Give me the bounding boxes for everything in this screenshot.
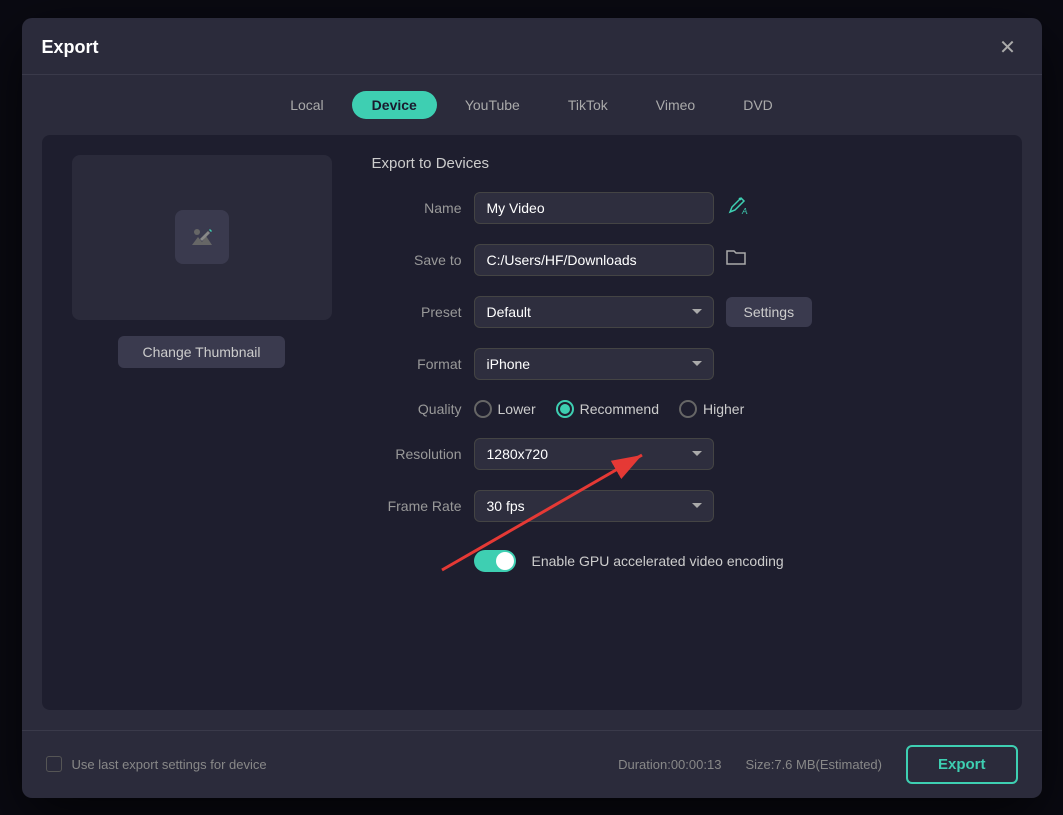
- format-select[interactable]: iPhone: [474, 348, 714, 380]
- use-last-label: Use last export settings for device: [72, 757, 267, 772]
- change-thumbnail-button[interactable]: Change Thumbnail: [118, 336, 284, 368]
- tab-vimeo[interactable]: Vimeo: [636, 91, 715, 119]
- resolution-label: Resolution: [372, 446, 462, 462]
- tab-tiktok[interactable]: TikTok: [548, 91, 628, 119]
- dialog-title: Export: [42, 37, 99, 58]
- gpu-row: Enable GPU accelerated video encoding: [372, 550, 1002, 572]
- use-last-settings: Use last export settings for device: [46, 756, 267, 772]
- bottom-right: Duration:00:00:13 Size:7.6 MB(Estimated)…: [618, 745, 1017, 784]
- quality-recommend-label: Recommend: [580, 401, 659, 417]
- quality-recommend[interactable]: Recommend: [556, 400, 659, 418]
- quality-label: Quality: [372, 401, 462, 417]
- content-area: Change Thumbnail Export to Devices Name …: [42, 135, 1022, 710]
- radio-higher-outer: [679, 400, 697, 418]
- name-input[interactable]: [474, 192, 714, 224]
- title-bar: Export ✕: [22, 18, 1042, 75]
- size-info: Size:7.6 MB(Estimated): [745, 757, 882, 772]
- name-row: Name AI: [372, 192, 1002, 224]
- save-to-input[interactable]: [474, 244, 714, 276]
- tab-dvd[interactable]: DVD: [723, 91, 793, 119]
- left-panel: Change Thumbnail: [62, 155, 342, 690]
- thumbnail-preview: [72, 155, 332, 320]
- name-label: Name: [372, 200, 462, 216]
- settings-button[interactable]: Settings: [726, 297, 813, 327]
- quality-higher-label: Higher: [703, 401, 744, 417]
- preset-label: Preset: [372, 304, 462, 320]
- section-title: Export to Devices: [372, 155, 1002, 172]
- close-button[interactable]: ✕: [994, 34, 1022, 62]
- frame-rate-select[interactable]: 30 fps: [474, 490, 714, 522]
- preset-row: Preset Default Settings: [372, 296, 1002, 328]
- frame-rate-row: Frame Rate 30 fps: [372, 490, 1002, 522]
- save-to-label: Save to: [372, 252, 462, 268]
- radio-lower-outer: [474, 400, 492, 418]
- resolution-select[interactable]: 1280x720: [474, 438, 714, 470]
- radio-recommend-outer: [556, 400, 574, 418]
- preset-select[interactable]: Default: [474, 296, 714, 328]
- radio-recommend-inner: [560, 404, 570, 414]
- svg-text:AI: AI: [741, 207, 748, 216]
- gpu-label: Enable GPU accelerated video encoding: [532, 553, 784, 569]
- tab-local[interactable]: Local: [270, 91, 343, 119]
- thumbnail-icon: [175, 210, 229, 264]
- save-to-row: Save to: [372, 244, 1002, 276]
- quality-options: Lower Recommend Higher: [474, 400, 745, 418]
- quality-higher[interactable]: Higher: [679, 400, 744, 418]
- tab-device[interactable]: Device: [352, 91, 437, 119]
- bottom-bar: Use last export settings for device Dura…: [22, 730, 1042, 798]
- export-button[interactable]: Export: [906, 745, 1018, 784]
- ai-icon[interactable]: AI: [726, 194, 748, 221]
- tab-youtube[interactable]: YouTube: [445, 91, 540, 119]
- format-row: Format iPhone: [372, 348, 1002, 380]
- tab-bar: Local Device YouTube TikTok Vimeo DVD: [22, 75, 1042, 135]
- gpu-toggle[interactable]: [474, 550, 516, 572]
- use-last-checkbox[interactable]: [46, 756, 62, 772]
- right-panel: Export to Devices Name AI Save to: [372, 155, 1002, 690]
- quality-lower[interactable]: Lower: [474, 400, 536, 418]
- frame-rate-label: Frame Rate: [372, 498, 462, 514]
- format-label: Format: [372, 356, 462, 372]
- resolution-row: Resolution 1280x720: [372, 438, 1002, 470]
- duration-info: Duration:00:00:13: [618, 757, 721, 772]
- quality-row: Quality Lower Recommend Higher: [372, 400, 1002, 418]
- export-dialog: Export ✕ Local Device YouTube TikTok Vim…: [22, 18, 1042, 798]
- toggle-thumb: [496, 552, 514, 570]
- folder-icon[interactable]: [726, 248, 746, 271]
- quality-lower-label: Lower: [498, 401, 536, 417]
